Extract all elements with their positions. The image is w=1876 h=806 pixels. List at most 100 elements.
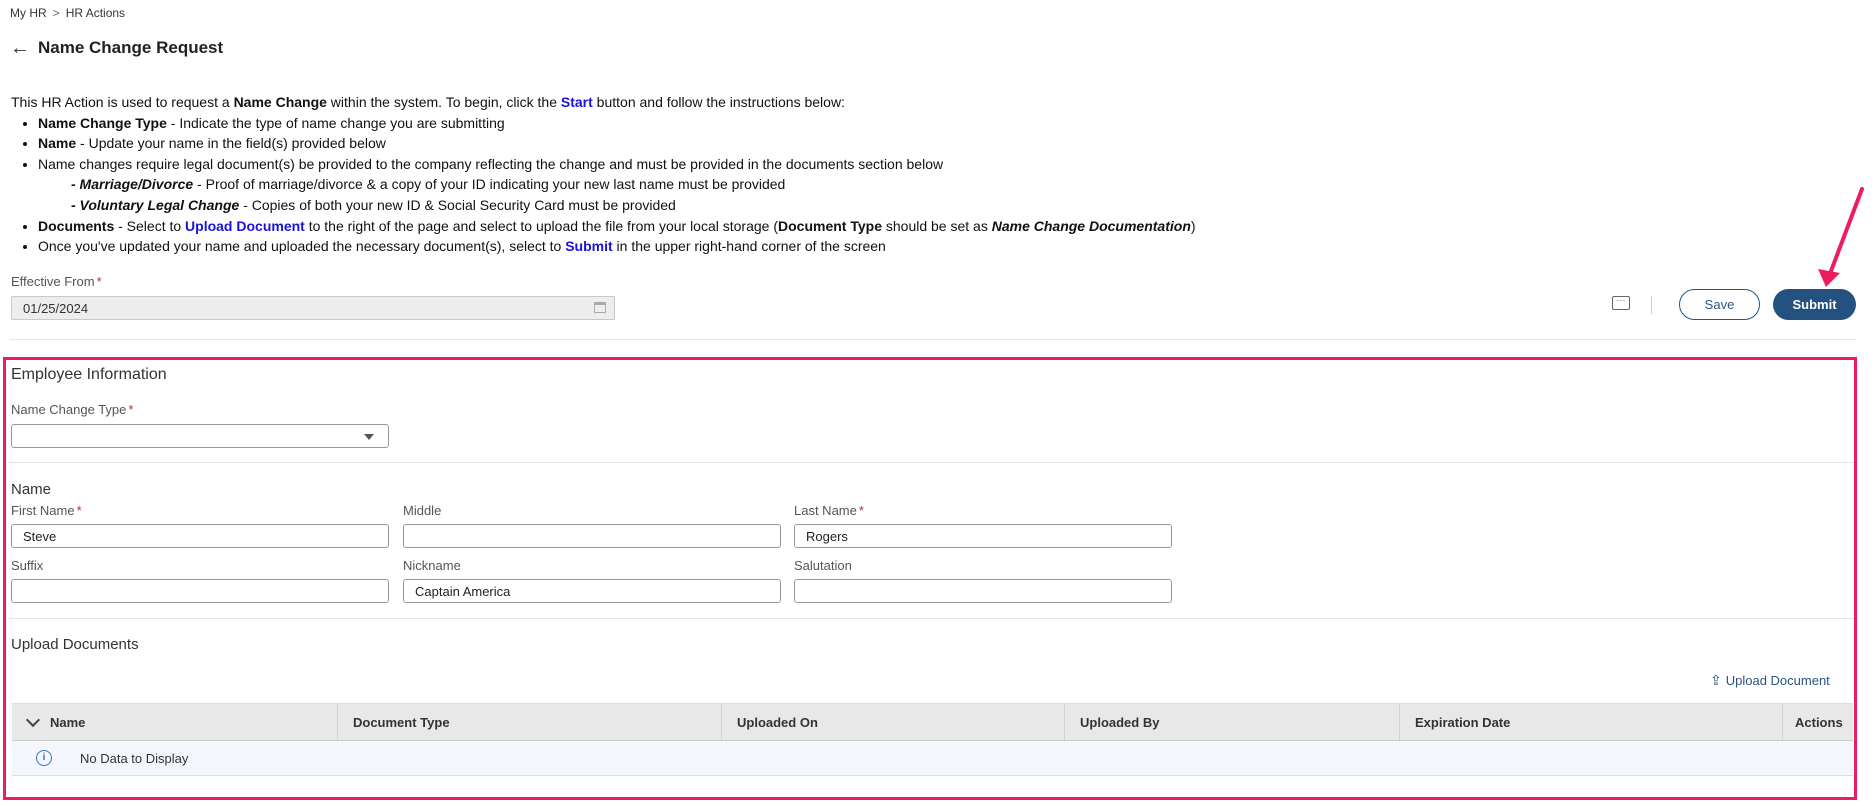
divider <box>1651 296 1652 314</box>
upload-icon: ⇪ <box>1710 672 1722 688</box>
sub-list-item: - Marriage/Divorce - Proof of marriage/d… <box>71 174 1311 195</box>
column-label: Expiration Date <box>1415 714 1511 730</box>
label-text: Effective From <box>11 274 95 289</box>
section-title-name: Name <box>11 481 52 498</box>
item-text: Name changes require legal document(s) b… <box>38 155 944 172</box>
list-item: Once you've updated your name and upload… <box>38 236 1311 257</box>
middle-name-label: Middle <box>403 503 442 518</box>
item-text: - Copies of both your new ID & Social Se… <box>239 196 676 213</box>
item-text: - Update your name in the field(s) provi… <box>76 135 386 152</box>
intro-bold: Name Change <box>233 94 327 110</box>
item-text: to the right of the page and select to u… <box>304 217 778 234</box>
item-bold: Name Change Documentation <box>991 217 1191 234</box>
list-item: Name changes require legal document(s) b… <box>38 154 1311 175</box>
effective-from-label: Effective From * <box>11 274 102 289</box>
item-text: in the upper right-hand corner of the sc… <box>612 238 886 255</box>
upload-document-label: Upload Document <box>1725 673 1830 688</box>
required-marker: * <box>76 503 82 518</box>
item-text: - Indicate the type of name change you a… <box>166 114 505 131</box>
caret-down-icon <box>364 434 374 440</box>
column-label: Uploaded By <box>1080 714 1160 730</box>
documents-table: Name Document Type Uploaded On Uploaded … <box>12 703 1853 776</box>
breadcrumb-separator: > <box>52 6 60 20</box>
item-bold: Name <box>38 135 77 152</box>
column-label: Name <box>50 714 86 730</box>
required-marker: * <box>128 402 134 417</box>
label-text: First Name <box>11 503 75 518</box>
list-item: Name - Update your name in the field(s) … <box>38 133 1311 154</box>
table-row: i No Data to Display <box>12 741 1853 776</box>
name-change-type-label: Name Change Type * <box>11 402 133 417</box>
column-label: Document Type <box>353 714 450 730</box>
last-name-label: Last Name * <box>794 503 864 518</box>
submit-ref: Submit <box>565 238 613 255</box>
instructions: This HR Action is used to request a Name… <box>11 92 1311 257</box>
upload-document-ref: Upload Document <box>185 217 305 234</box>
intro-text-mid: within the system. To begin, click the <box>326 94 561 110</box>
first-name-label: First Name * <box>11 503 82 518</box>
column-header-document-type[interactable]: Document Type <box>338 704 722 740</box>
required-marker: * <box>96 274 102 289</box>
column-header-name[interactable]: Name <box>12 704 338 740</box>
comment-icon[interactable]: ··· <box>1612 296 1630 310</box>
column-label: Uploaded On <box>737 714 818 730</box>
column-header-actions: Actions <box>1783 704 1853 740</box>
item-text: Once you've updated your name and upload… <box>38 238 566 255</box>
item-text: - Select to <box>114 217 186 234</box>
column-header-uploaded-by[interactable]: Uploaded By <box>1065 704 1400 740</box>
middle-name-input[interactable] <box>403 524 781 548</box>
suffix-input[interactable] <box>11 579 389 603</box>
upload-document-button[interactable]: ⇪ Upload Document <box>1710 672 1830 689</box>
label-text: Last Name <box>794 503 857 518</box>
item-bold: Documents <box>38 217 115 234</box>
table-header: Name Document Type Uploaded On Uploaded … <box>12 703 1853 741</box>
suffix-label: Suffix <box>11 558 44 573</box>
save-button[interactable]: Save <box>1679 289 1760 320</box>
column-header-expiration-date[interactable]: Expiration Date <box>1400 704 1783 740</box>
column-label: Actions <box>1795 714 1843 730</box>
list-item: Documents - Select to Upload Document to… <box>38 216 1311 237</box>
breadcrumb-current[interactable]: HR Actions <box>66 6 125 20</box>
arrow-left-icon[interactable]: ← <box>10 38 30 58</box>
submit-button[interactable]: Submit <box>1773 289 1856 320</box>
page-header: ← Name Change Request <box>10 38 223 58</box>
salutation-label: Salutation <box>794 558 852 573</box>
section-title-upload-documents: Upload Documents <box>11 636 139 653</box>
item-bold: Document Type <box>778 217 882 234</box>
salutation-input[interactable] <box>794 579 1172 603</box>
item-bold: - Marriage/Divorce <box>71 176 194 193</box>
item-bold: Name Change Type <box>38 114 167 131</box>
annotation-arrow-icon <box>1818 187 1864 287</box>
instructions-intro: This HR Action is used to request a Name… <box>11 92 1311 113</box>
section-title-employee-information: Employee Information <box>11 366 167 383</box>
column-header-uploaded-on[interactable]: Uploaded On <box>722 704 1065 740</box>
item-bold: - Voluntary Legal Change <box>71 196 240 213</box>
nickname-label: Nickname <box>403 558 461 573</box>
list-item: Name Change Type - Indicate the type of … <box>38 113 1311 134</box>
name-change-type-select[interactable] <box>11 424 389 448</box>
effective-from-value: 01/25/2024 <box>23 300 89 316</box>
effective-from-input[interactable]: 01/25/2024 <box>11 296 615 320</box>
item-text: ) <box>1190 217 1196 234</box>
divider <box>9 618 1854 619</box>
instructions-list: Name Change Type - Indicate the type of … <box>11 113 1311 257</box>
empty-state-text: No Data to Display <box>80 750 189 766</box>
page-title: Name Change Request <box>38 38 224 57</box>
label-text: Name Change Type <box>11 402 127 417</box>
calendar-icon[interactable] <box>594 302 606 313</box>
last-name-input[interactable] <box>794 524 1172 548</box>
item-text: should be set as <box>881 217 992 234</box>
nickname-input[interactable] <box>403 579 781 603</box>
intro-text: This HR Action is used to request a <box>11 94 234 110</box>
intro-text-post: button and follow the instructions below… <box>592 94 845 110</box>
sub-list-item: - Voluntary Legal Change - Copies of bot… <box>71 195 1311 216</box>
divider <box>10 339 1856 340</box>
required-marker: * <box>858 503 864 518</box>
first-name-input[interactable] <box>11 524 389 548</box>
breadcrumb: My HR > HR Actions <box>10 6 125 20</box>
breadcrumb-home-link[interactable]: My HR <box>10 6 47 20</box>
divider <box>9 462 1854 463</box>
start-link: Start <box>560 94 593 110</box>
info-icon: i <box>36 750 52 766</box>
chevron-down-icon[interactable] <box>25 712 41 728</box>
